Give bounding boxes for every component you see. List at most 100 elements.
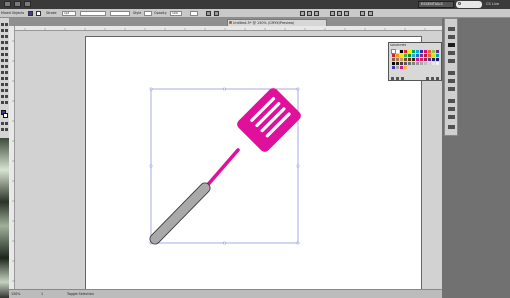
spatula-head[interactable] [235, 86, 303, 154]
layers-panel-icon[interactable] [448, 87, 455, 91]
swatch[interactable] [420, 58, 423, 61]
line-tool-icon[interactable] [1, 41, 4, 44]
blend-tool-icon[interactable] [5, 83, 8, 86]
bridge-button[interactable] [4, 1, 11, 7]
swatch-options-icon[interactable] [401, 77, 404, 80]
swatch-yellow[interactable] [408, 50, 411, 53]
bbox-handle-br[interactable] [296, 241, 300, 245]
close-tab-icon[interactable] [229, 21, 232, 24]
align-dropdown[interactable] [190, 11, 198, 16]
swatch[interactable] [400, 58, 403, 61]
stroke-swatch[interactable] [3, 113, 8, 118]
swatch-cyan[interactable] [416, 50, 419, 53]
bbox-handle-bc[interactable] [223, 241, 226, 245]
transparency-panel-icon[interactable] [448, 115, 455, 119]
symbols-panel-icon[interactable] [448, 59, 455, 63]
arrange-documents-button[interactable] [14, 1, 21, 7]
swatch[interactable] [424, 62, 427, 65]
swatch[interactable] [408, 54, 411, 57]
free-transform-tool-icon[interactable] [5, 65, 8, 68]
workspace-switcher[interactable]: ESSENTIALS [418, 1, 454, 8]
swatch-magenta[interactable] [424, 50, 427, 53]
stroke-panel-icon[interactable] [448, 99, 455, 103]
magic-wand-tool-icon[interactable] [1, 29, 4, 32]
perspective-grid-tool-icon[interactable] [5, 71, 8, 74]
align-bottom-button[interactable] [344, 11, 349, 16]
bbox-handle-tl[interactable] [149, 87, 153, 91]
swatch[interactable] [400, 62, 403, 65]
rectangle-tool-icon[interactable] [5, 41, 8, 44]
stroke-weight-dropdown[interactable]: 1pt [62, 11, 76, 16]
transform-panel-button[interactable] [360, 11, 365, 16]
swatch[interactable] [392, 66, 395, 69]
swatch[interactable] [400, 66, 403, 69]
opacity-field[interactable]: 100 [170, 11, 182, 16]
swatch-green[interactable] [412, 50, 415, 53]
swatch[interactable] [412, 58, 415, 61]
canvas-area[interactable] [15, 31, 442, 295]
shape-builder-tool-icon[interactable] [1, 71, 4, 74]
eraser-tool-icon[interactable] [5, 53, 8, 56]
draw-mode-icon[interactable] [1, 128, 4, 131]
swatch[interactable] [432, 54, 435, 57]
paintbrush-tool-icon[interactable] [1, 47, 4, 50]
gradient-tool-icon[interactable] [5, 77, 8, 80]
scale-tool-icon[interactable] [5, 59, 8, 62]
swatch-purple[interactable] [436, 50, 439, 53]
mesh-tool-icon[interactable] [1, 77, 4, 80]
artboard[interactable] [85, 36, 422, 295]
bbox-handle-mr[interactable] [296, 164, 300, 168]
swatch[interactable] [400, 54, 403, 57]
new-swatch-icon[interactable] [431, 77, 434, 80]
help-search-input[interactable] [456, 1, 482, 8]
swatches-panel-icon[interactable] [448, 43, 455, 47]
swatch[interactable] [436, 62, 439, 65]
swatch-orange[interactable] [428, 50, 431, 53]
type-tool-icon[interactable] [5, 35, 8, 38]
status-tool-label[interactable]: Toggle Selection [67, 292, 94, 296]
color-panel-icon[interactable] [448, 27, 455, 31]
swatch[interactable] [424, 54, 427, 57]
swatch[interactable] [428, 54, 431, 57]
width-tool-icon[interactable] [1, 65, 4, 68]
swatch-blue[interactable] [420, 50, 423, 53]
isolate-button[interactable] [214, 11, 219, 16]
direct-selection-tool-icon[interactable] [5, 23, 8, 26]
appearance-panel-icon[interactable] [448, 79, 455, 83]
bbox-handle-ml[interactable] [149, 164, 153, 168]
zoom-level[interactable]: 150% [11, 292, 20, 296]
color-mode-icon[interactable] [1, 122, 4, 125]
color-guide-panel-icon[interactable] [448, 35, 455, 39]
swatch[interactable] [428, 62, 431, 65]
pencil-tool-icon[interactable] [5, 47, 8, 50]
swatch[interactable] [412, 62, 415, 65]
eyedropper-tool-icon[interactable] [1, 83, 4, 86]
new-color-group-icon[interactable] [426, 77, 429, 80]
swatch[interactable] [396, 66, 399, 69]
hand-tool-icon[interactable] [1, 101, 4, 104]
align-left-button[interactable] [300, 11, 305, 16]
artboard-tool-icon[interactable] [1, 95, 4, 98]
swatch[interactable] [396, 58, 399, 61]
stroke-color-swatch[interactable] [36, 11, 41, 16]
bbox-handle-tr[interactable] [296, 87, 300, 91]
swatch[interactable] [420, 62, 423, 65]
column-graph-tool-icon[interactable] [5, 89, 8, 92]
fill-color-swatch[interactable] [28, 11, 33, 16]
swatch[interactable] [404, 58, 407, 61]
blob-brush-tool-icon[interactable] [1, 53, 4, 56]
show-swatch-kinds-icon[interactable] [396, 77, 399, 80]
swatch[interactable] [412, 54, 415, 57]
graphic-styles-panel-icon[interactable] [448, 71, 455, 75]
delete-swatch-icon[interactable] [436, 77, 439, 80]
swatch[interactable] [424, 58, 427, 61]
align-middle-button[interactable] [337, 11, 342, 16]
swatch[interactable] [408, 58, 411, 61]
cs-live-button[interactable]: CS Live [486, 1, 499, 8]
control-menu-button[interactable] [368, 11, 373, 16]
stroke-label[interactable]: Stroke [46, 11, 57, 15]
swatch-light-green[interactable] [432, 50, 435, 53]
swatch[interactable] [432, 58, 435, 61]
zoom-tool-icon[interactable] [5, 101, 8, 104]
swatch[interactable] [420, 54, 423, 57]
